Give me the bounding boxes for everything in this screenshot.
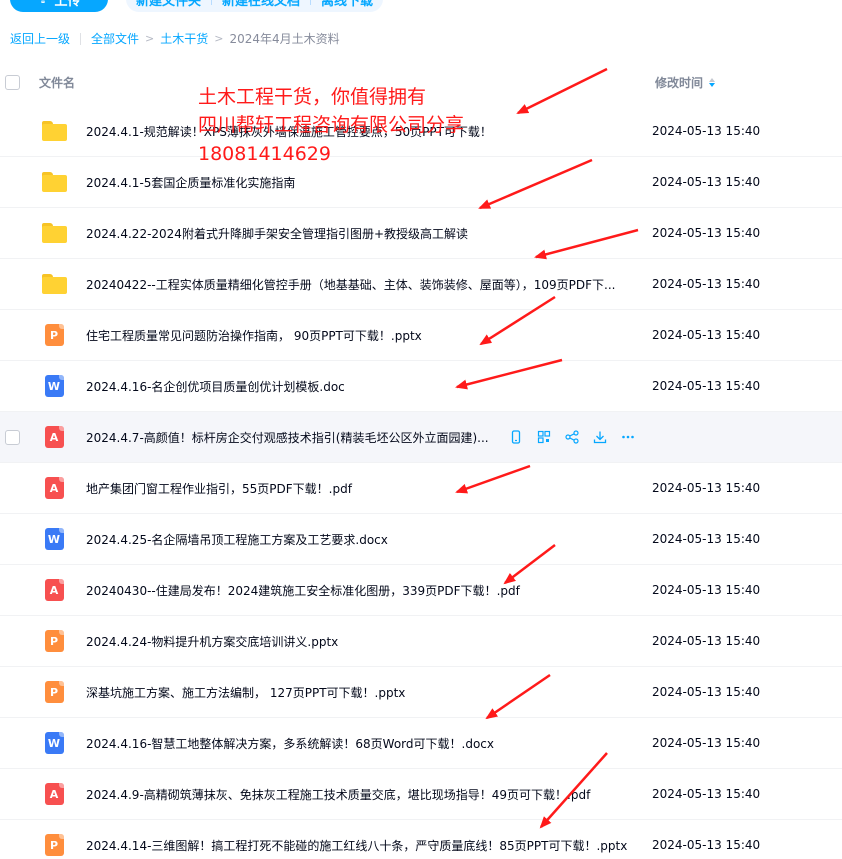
file-row[interactable]: A 地产集团门窗工程作业指引，55页PDF下载！.pdf 2024-05-13 15… bbox=[0, 463, 842, 514]
list-header: 文件名 修改时间 bbox=[0, 62, 842, 102]
file-row[interactable]: P 深基坑施工方案、施工方法编制， 127页PPT可下载！.pptx 2024-05… bbox=[0, 667, 842, 718]
column-header-modified-label: 修改时间 bbox=[655, 75, 704, 90]
file-row[interactable]: 2024.4.22-2024附着式升降脚手架安全管理指引图册+教授级高工解读 20… bbox=[0, 208, 842, 259]
file-modified-time: 2024-05-13 15:40 bbox=[652, 634, 761, 648]
file-name[interactable]: 2024.4.24-物料提升机方案交底培训讲义.pptx bbox=[86, 633, 338, 650]
ppt-file-icon: P bbox=[41, 833, 67, 857]
pdf-file-icon: A bbox=[41, 425, 67, 449]
divider bbox=[80, 32, 82, 45]
new-online-doc-button[interactable]: 新建在线文档 bbox=[222, 0, 300, 9]
word-file-icon: W bbox=[41, 527, 67, 551]
file-name[interactable]: 2024.4.7-高颜值！标杆房企交付观感技术指引(精装毛坯公区外立面园建)..… bbox=[86, 429, 489, 446]
ppt-file-icon: P bbox=[41, 629, 67, 653]
file-row[interactable]: P 2024.4.14-三维图解！搞工程打死不能碰的施工红线八十条，严守质量底线！… bbox=[0, 820, 842, 859]
column-header-modified[interactable]: 修改时间 bbox=[655, 74, 716, 91]
pdf-file-icon: A bbox=[41, 578, 67, 602]
file-name[interactable]: 深基坑施工方案、施工方法编制， 127页PPT可下载！.pptx bbox=[86, 684, 405, 701]
file-name[interactable]: 2024.4.1-规范解读！XPS薄抹灰外墙保温施工管控要点，50页PPT可下载… bbox=[86, 123, 492, 140]
divider bbox=[211, 0, 213, 5]
file-modified-time: 2024-05-13 15:40 bbox=[652, 328, 761, 342]
file-row[interactable]: W 2024.4.16-智慧工地整体解决方案，多系统解读！68页Word可下载！.… bbox=[0, 718, 842, 769]
file-row[interactable]: 20240422--工程实体质量精细化管控手册（地基基础、主体、装饰装修、屋面等… bbox=[0, 259, 842, 310]
file-name[interactable]: 2024.4.16-智慧工地整体解决方案，多系统解读！68页Word可下载！.d… bbox=[86, 735, 494, 752]
phone-icon[interactable] bbox=[508, 429, 524, 445]
file-name[interactable]: 2024.4.14-三维图解！搞工程打死不能碰的施工红线八十条，严守质量底线！8… bbox=[86, 837, 627, 854]
file-name[interactable]: 2024.4.1-5套国企质量标准化实施指南 bbox=[86, 174, 295, 191]
breadcrumb: 返回上一级 全部文件 > 土木干货 > 2024年4月土木资料 bbox=[10, 30, 340, 47]
back-link[interactable]: 返回上一级 bbox=[10, 30, 70, 47]
file-modified-time: 2024-05-13 15:40 bbox=[652, 532, 761, 546]
sort-icon[interactable] bbox=[709, 77, 716, 87]
offline-download-button[interactable]: 离线下载 bbox=[321, 0, 373, 9]
breadcrumb-current: 2024年4月土木资料 bbox=[229, 32, 340, 46]
file-name[interactable]: 2024.4.16-名企创优项目质量创优计划模板.doc bbox=[86, 378, 345, 395]
breadcrumb-level1[interactable]: 土木干货 bbox=[160, 30, 208, 47]
breadcrumb-all-files[interactable]: 全部文件 bbox=[91, 30, 139, 47]
ppt-file-icon: P bbox=[41, 680, 67, 704]
more-icon[interactable] bbox=[620, 429, 636, 445]
upload-icon: ⇪ bbox=[38, 0, 49, 7]
file-row[interactable]: A 2024.4.7-高颜值！标杆房企交付观感技术指引(精装毛坯公区外立面园建).… bbox=[0, 412, 842, 463]
folder-icon bbox=[41, 221, 67, 245]
ppt-file-icon: P bbox=[41, 323, 67, 347]
file-modified-time: 2024-05-13 15:40 bbox=[652, 685, 761, 699]
file-modified-time: 2024-05-13 15:40 bbox=[652, 379, 761, 393]
file-name[interactable]: 2024.4.25-名企隔墙吊顶工程施工方案及工艺要求.docx bbox=[86, 531, 388, 548]
file-row[interactable]: A 2024.4.9-高精砌筑薄抹灰、免抹灰工程施工技术质量交底，堪比现场指导！4… bbox=[0, 769, 842, 820]
word-file-icon: W bbox=[41, 374, 67, 398]
file-modified-time: 2024-05-13 15:40 bbox=[652, 736, 761, 750]
download-icon[interactable] bbox=[592, 429, 608, 445]
file-name[interactable]: 20240430--住建局发布！2024建筑施工安全标准化图册，339页PDF下… bbox=[86, 582, 520, 599]
file-modified-time: 2024-05-13 15:40 bbox=[652, 838, 761, 852]
file-modified-time: 2024-05-13 15:40 bbox=[652, 787, 761, 801]
share-icon[interactable] bbox=[564, 429, 580, 445]
file-row[interactable]: W 2024.4.25-名企隔墙吊顶工程施工方案及工艺要求.docx 2024-05… bbox=[0, 514, 842, 565]
file-row[interactable]: P 2024.4.24-物料提升机方案交底培训讲义.pptx 2024-05-13 … bbox=[0, 616, 842, 667]
toolbar: ⇪ 上传 新建文件夹 新建在线文档 离线下载 bbox=[10, 0, 384, 12]
toolbar-actions: 新建文件夹 新建在线文档 离线下载 bbox=[126, 0, 384, 12]
upload-button[interactable]: ⇪ 上传 bbox=[10, 0, 108, 12]
select-all-checkbox[interactable] bbox=[5, 74, 20, 90]
folder-icon bbox=[41, 119, 67, 143]
file-modified-time: 2024-05-13 15:40 bbox=[652, 481, 761, 495]
file-list: 2024.4.1-规范解读！XPS薄抹灰外墙保温施工管控要点，50页PPT可下载… bbox=[0, 106, 842, 859]
file-modified-time: 2024-05-13 15:40 bbox=[652, 175, 761, 189]
row-actions bbox=[508, 429, 636, 445]
file-modified-time: 2024-05-13 15:40 bbox=[652, 583, 761, 597]
new-folder-button[interactable]: 新建文件夹 bbox=[136, 0, 201, 9]
file-name[interactable]: 地产集团门窗工程作业指引，55页PDF下载！.pdf bbox=[86, 480, 352, 497]
file-name[interactable]: 2024.4.22-2024附着式升降脚手架安全管理指引图册+教授级高工解读 bbox=[86, 225, 468, 242]
folder-icon bbox=[41, 272, 67, 296]
word-file-icon: W bbox=[41, 731, 67, 755]
upload-label: 上传 bbox=[54, 0, 81, 9]
file-row[interactable]: A 20240430--住建局发布！2024建筑施工安全标准化图册，339页PDF… bbox=[0, 565, 842, 616]
qr-icon[interactable] bbox=[536, 429, 552, 445]
file-row[interactable]: W 2024.4.16-名企创优项目质量创优计划模板.doc 2024-05-13 … bbox=[0, 361, 842, 412]
divider bbox=[310, 0, 312, 5]
pdf-file-icon: A bbox=[41, 782, 67, 806]
chevron-right-icon: > bbox=[214, 32, 224, 45]
file-modified-time: 2024-05-13 15:40 bbox=[652, 277, 761, 291]
folder-icon bbox=[41, 170, 67, 194]
file-name[interactable]: 20240422--工程实体质量精细化管控手册（地基基础、主体、装饰装修、屋面等… bbox=[86, 276, 615, 293]
file-row[interactable]: P 住宅工程质量常见问题防治操作指南， 90页PPT可下载！.pptx 2024-0… bbox=[0, 310, 842, 361]
pdf-file-icon: A bbox=[41, 476, 67, 500]
column-header-name[interactable]: 文件名 bbox=[39, 74, 75, 91]
file-modified-time: 2024-05-13 15:40 bbox=[652, 124, 761, 138]
row-checkbox[interactable] bbox=[5, 429, 20, 445]
file-name[interactable]: 住宅工程质量常见问题防治操作指南， 90页PPT可下载！.pptx bbox=[86, 327, 422, 344]
file-row[interactable]: 2024.4.1-规范解读！XPS薄抹灰外墙保温施工管控要点，50页PPT可下载… bbox=[0, 106, 842, 157]
file-modified-time: 2024-05-13 15:40 bbox=[652, 226, 761, 240]
file-name[interactable]: 2024.4.9-高精砌筑薄抹灰、免抹灰工程施工技术质量交底，堪比现场指导！49… bbox=[86, 786, 590, 803]
chevron-right-icon: > bbox=[145, 32, 155, 45]
file-row[interactable]: 2024.4.1-5套国企质量标准化实施指南 2024-05-13 15:40 bbox=[0, 157, 842, 208]
